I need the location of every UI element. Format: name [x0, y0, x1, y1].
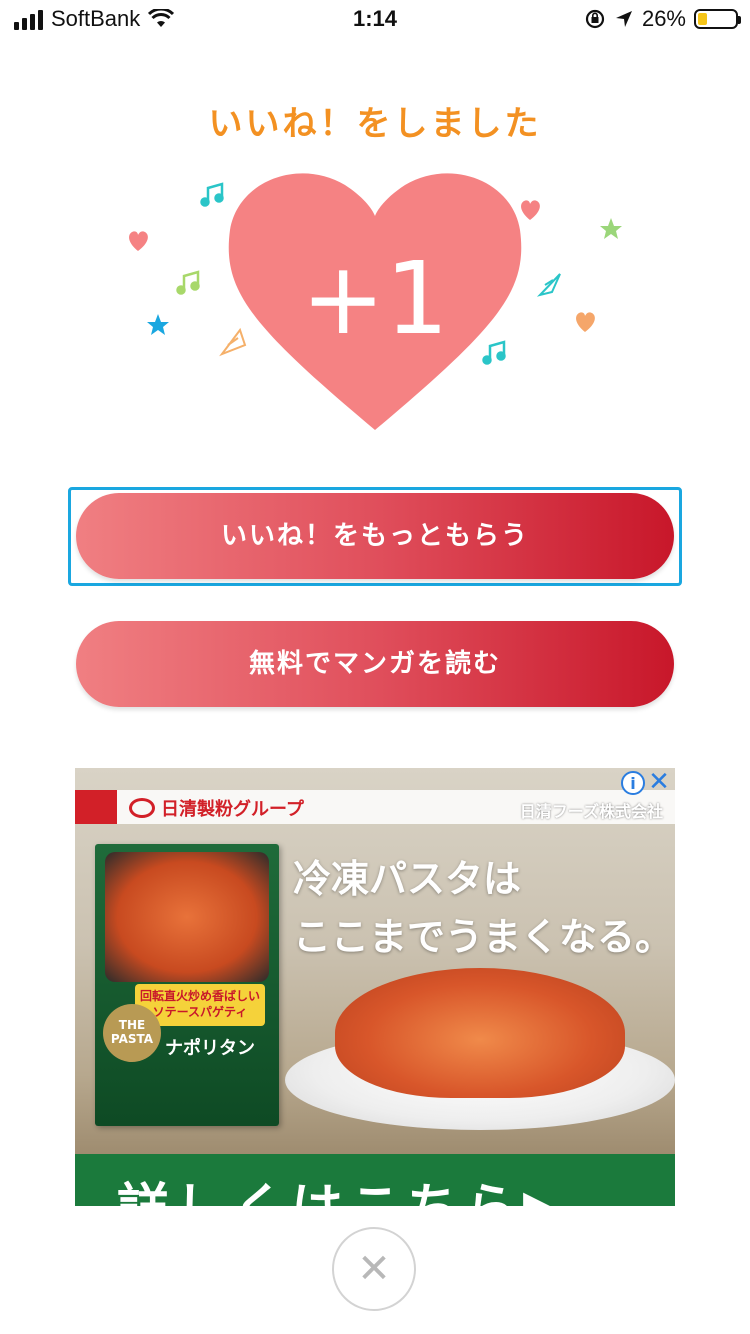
like-count-label: +1: [301, 240, 449, 357]
like-heart-area: +1: [0, 140, 750, 460]
close-icon: ✕: [357, 1246, 391, 1292]
ad-cta-text[interactable]: 詳しくはこちら▶: [117, 1166, 569, 1206]
battery-fill: [698, 13, 707, 25]
ad-headline-line2: ここまでうまくなる。: [293, 915, 674, 959]
ad-company-name: 日清フーズ株式会社: [519, 802, 663, 821]
read-free-manga-button[interactable]: 無料でマンガを読む: [76, 621, 674, 707]
ad-brand-name: 日清製粉グループ: [161, 799, 304, 820]
close-button[interactable]: ✕: [332, 1227, 416, 1311]
battery-icon: [694, 9, 741, 29]
brand-logo-icon: [129, 798, 155, 818]
package-circle-line2: PASTA: [110, 1032, 154, 1046]
ad-info-icon[interactable]: i: [621, 771, 645, 795]
package-pasta-image: [105, 852, 269, 982]
ad-product-package: 回転直火炒め香ばしい ソテースパゲティ THE PASTA ナポリタン: [95, 844, 279, 1126]
page-title: いいね！をしました: [208, 104, 542, 144]
package-circle-line1: THE: [118, 1018, 146, 1032]
ad-pasta-image: [335, 968, 625, 1098]
ad-headline-line1: 冷凍パスタは: [293, 857, 522, 901]
ad-close-icon[interactable]: ✕: [647, 768, 671, 796]
battery-percent: 26%: [641, 6, 686, 31]
status-right: 26%: [584, 6, 741, 32]
star-icon: [600, 218, 622, 239]
package-product-name: ナポリタン: [165, 1038, 255, 1059]
package-badge-line1: 回転直火炒め香ばしい: [139, 989, 260, 1003]
location-arrow-icon: [615, 11, 632, 27]
status-bar: SoftBank 1:14 26%: [0, 0, 750, 40]
ad-red-block: [75, 790, 117, 824]
get-more-likes-button[interactable]: いいね！をもっともらう: [76, 493, 674, 579]
ad-brand: 日清製粉グループ: [129, 795, 304, 821]
package-circle-badge: THE PASTA: [103, 1004, 161, 1062]
music-note-icon: [200, 182, 224, 207]
small-heart-icon: [521, 200, 540, 220]
rotation-lock-icon: [585, 9, 605, 29]
advertisement-banner[interactable]: 日清製粉グループ 日清フーズ株式会社 i ✕ 冷凍パスタは ここまでうまくなる。…: [75, 768, 675, 1206]
ad-headline: 冷凍パスタは ここまでうまくなる。: [293, 850, 673, 966]
